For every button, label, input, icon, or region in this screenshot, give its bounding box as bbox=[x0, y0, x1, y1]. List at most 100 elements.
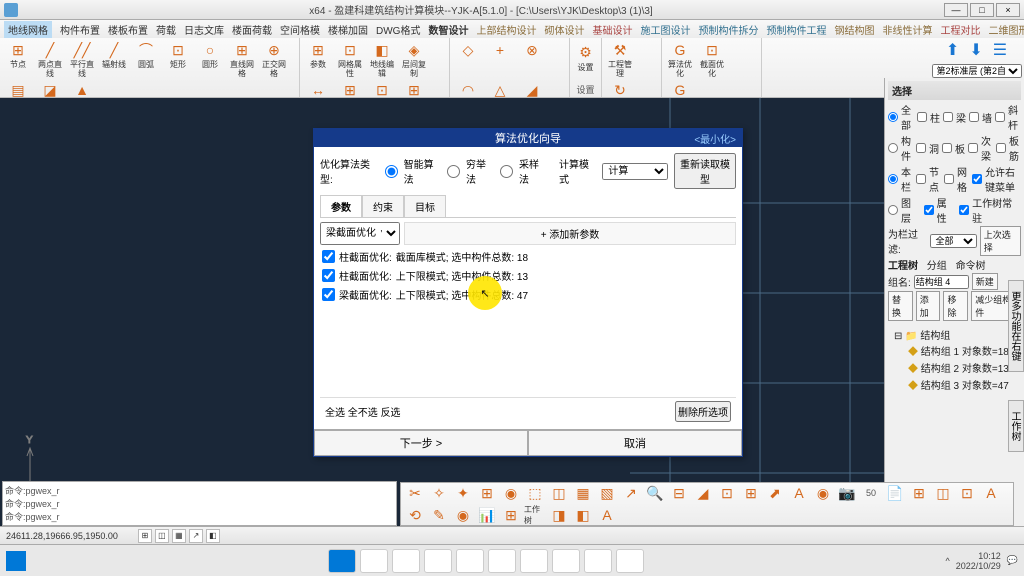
status-icon[interactable]: ▦ bbox=[172, 529, 186, 543]
radio-tz[interactable] bbox=[888, 205, 898, 215]
ribbon-item[interactable]: ⊡网格属性 bbox=[335, 40, 365, 78]
list-icon[interactable]: ☰ bbox=[993, 40, 1007, 60]
group-name-input[interactable] bbox=[914, 275, 969, 289]
ribbon-item[interactable]: ⊡矩形 bbox=[163, 40, 193, 78]
side-tab-more[interactable]: 更多功能在右键 bbox=[1008, 280, 1024, 372]
tray-icon[interactable]: ^ bbox=[946, 556, 950, 566]
command-panel[interactable]: 命令:pgwex_r 命令:pgwex_r 命令:pgwex_r bbox=[2, 481, 397, 526]
remove-button[interactable]: 移除 bbox=[943, 291, 968, 321]
list-item[interactable]: 梁截面优化:上下限模式; 选中构件总数: 47 bbox=[320, 285, 736, 304]
maximize-button[interactable]: □ bbox=[970, 3, 994, 17]
prev-icon[interactable]: ⬆ bbox=[946, 40, 959, 60]
radio-all[interactable] bbox=[888, 112, 898, 122]
add-button[interactable]: 添加 bbox=[916, 291, 941, 321]
chk-prop[interactable] bbox=[924, 205, 934, 215]
task-icon[interactable] bbox=[456, 549, 484, 573]
tool-icon[interactable]: ✧ bbox=[428, 483, 450, 503]
tool-icon[interactable]: 工作树 bbox=[524, 505, 546, 525]
calc-mode-select[interactable]: 计算 bbox=[602, 163, 668, 180]
tool-icon[interactable]: A bbox=[980, 483, 1002, 503]
radio-smart[interactable] bbox=[385, 165, 398, 178]
ribbon-item[interactable]: ⊞直线网格 bbox=[227, 40, 257, 78]
menu-item[interactable]: 基础设计 bbox=[592, 22, 632, 37]
tab-constraints[interactable]: 约束 bbox=[362, 195, 404, 217]
radio-exhaustive[interactable] bbox=[447, 165, 460, 178]
menu-item[interactable]: 楼面荷载 bbox=[232, 22, 272, 37]
task-icon[interactable] bbox=[584, 549, 612, 573]
tool-icon[interactable]: ⟲ bbox=[404, 505, 426, 525]
tool-icon[interactable]: ✦ bbox=[452, 483, 474, 503]
tool-icon[interactable]: ⊟ bbox=[668, 483, 690, 503]
ribbon-item[interactable]: ⚒工程管理 bbox=[605, 40, 635, 78]
chk-tree[interactable] bbox=[959, 205, 969, 215]
ribbon-item[interactable]: ╱两点直线 bbox=[35, 40, 65, 78]
tab-params[interactable]: 参数 bbox=[320, 195, 362, 217]
floor-select[interactable]: 第2标准层 (第2自然层) ▼ bbox=[932, 64, 1022, 78]
task-icon[interactable] bbox=[392, 549, 420, 573]
ribbon-item[interactable]: ⌒圆弧 bbox=[131, 40, 161, 78]
tool-icon[interactable]: ⊞ bbox=[500, 505, 522, 525]
ribbon-item[interactable]: ⊕正交网格 bbox=[259, 40, 289, 78]
menu-item[interactable]: 上部结构设计 bbox=[476, 22, 536, 37]
tool-icon[interactable]: ⊞ bbox=[908, 483, 930, 503]
filter-select[interactable]: 全部 bbox=[930, 234, 976, 248]
tool-icon[interactable]: ⬚ bbox=[524, 483, 546, 503]
tool-icon[interactable]: 🔍 bbox=[644, 483, 666, 503]
last-sel-button[interactable]: 上次选择 bbox=[980, 226, 1021, 256]
tool-icon[interactable]: ◫ bbox=[548, 483, 570, 503]
chk-zhu[interactable] bbox=[917, 112, 927, 122]
tool-icon[interactable]: 📷 bbox=[836, 483, 858, 503]
ribbon-item[interactable]: ⊗ bbox=[517, 40, 547, 78]
menu-item[interactable]: 楼板布置 bbox=[108, 22, 148, 37]
chk-bz[interactable] bbox=[996, 143, 1006, 153]
dialog-minimize[interactable]: <最小化> bbox=[694, 131, 736, 146]
chk-item[interactable] bbox=[322, 250, 335, 263]
task-icon[interactable] bbox=[616, 549, 644, 573]
tool-icon[interactable]: ↗ bbox=[620, 483, 642, 503]
menu-item[interactable]: 非线性计算 bbox=[882, 22, 932, 37]
tool-icon[interactable]: ◢ bbox=[692, 483, 714, 503]
menu-item[interactable]: 楼梯加固 bbox=[328, 22, 368, 37]
task-icon[interactable] bbox=[488, 549, 516, 573]
chk-bg[interactable] bbox=[968, 143, 978, 153]
tool-icon[interactable]: ◉ bbox=[812, 483, 834, 503]
menu-item[interactable]: 数智设计 bbox=[428, 22, 468, 37]
side-tab-tree[interactable]: 工作树 bbox=[1008, 400, 1024, 452]
chk-item[interactable] bbox=[322, 269, 335, 282]
chk-wg[interactable] bbox=[944, 174, 954, 184]
status-icon[interactable]: ⊞ bbox=[138, 529, 152, 543]
next-button[interactable]: 下一步 > bbox=[314, 430, 528, 456]
dialog-title[interactable]: 算法优化向导<最小化> bbox=[314, 129, 742, 147]
select-none[interactable]: 全不选 bbox=[348, 408, 378, 419]
notif-icon[interactable]: 💬 bbox=[1007, 555, 1018, 566]
list-item[interactable]: 柱截面优化:截面库模式; 选中构件总数: 18 bbox=[320, 247, 736, 266]
ribbon-item[interactable]: ⊡截面优化 bbox=[697, 40, 727, 78]
chk-xg[interactable] bbox=[995, 112, 1005, 122]
menu-item[interactable]: 荷载 bbox=[156, 22, 176, 37]
tool-icon[interactable]: 📊 bbox=[476, 505, 498, 525]
tool-icon[interactable]: ⬈ bbox=[764, 483, 786, 503]
radio-local[interactable] bbox=[888, 174, 898, 184]
menu-item[interactable]: 预制构件拆分 bbox=[698, 22, 758, 37]
reload-model-button[interactable]: 重新读取模型 bbox=[674, 153, 736, 189]
ribbon-item[interactable]: ⚙设置 bbox=[573, 43, 598, 81]
menu-item[interactable]: 预制构件工程 bbox=[766, 22, 826, 37]
ribbon-item[interactable]: ◧地线编辑 bbox=[367, 40, 397, 78]
menu-item[interactable]: 钢结构图 bbox=[834, 22, 874, 37]
clock-date[interactable]: 2022/10/29 bbox=[956, 561, 1001, 571]
tool-icon[interactable]: ▧ bbox=[596, 483, 618, 503]
radio-sampling[interactable] bbox=[500, 165, 513, 178]
minimize-button[interactable]: — bbox=[944, 3, 968, 17]
tool-icon[interactable]: ◫ bbox=[932, 483, 954, 503]
ribbon-item[interactable]: ╱╱平行直线 bbox=[67, 40, 97, 78]
cancel-button[interactable]: 取消 bbox=[528, 430, 742, 456]
task-icon[interactable] bbox=[328, 549, 356, 573]
tool-icon[interactable]: ✂ bbox=[404, 483, 426, 503]
ribbon-item[interactable]: ⊞参数 bbox=[303, 40, 333, 78]
ribbon-item[interactable]: ╱辐射线 bbox=[99, 40, 129, 78]
menu-item[interactable]: DWG格式 bbox=[376, 22, 420, 37]
ribbon-item[interactable]: ◇ bbox=[453, 40, 483, 78]
menu-item[interactable]: 工程对比 bbox=[940, 22, 980, 37]
chk-qiang[interactable] bbox=[969, 112, 979, 122]
menu-item[interactable]: 构件布置 bbox=[60, 22, 100, 37]
